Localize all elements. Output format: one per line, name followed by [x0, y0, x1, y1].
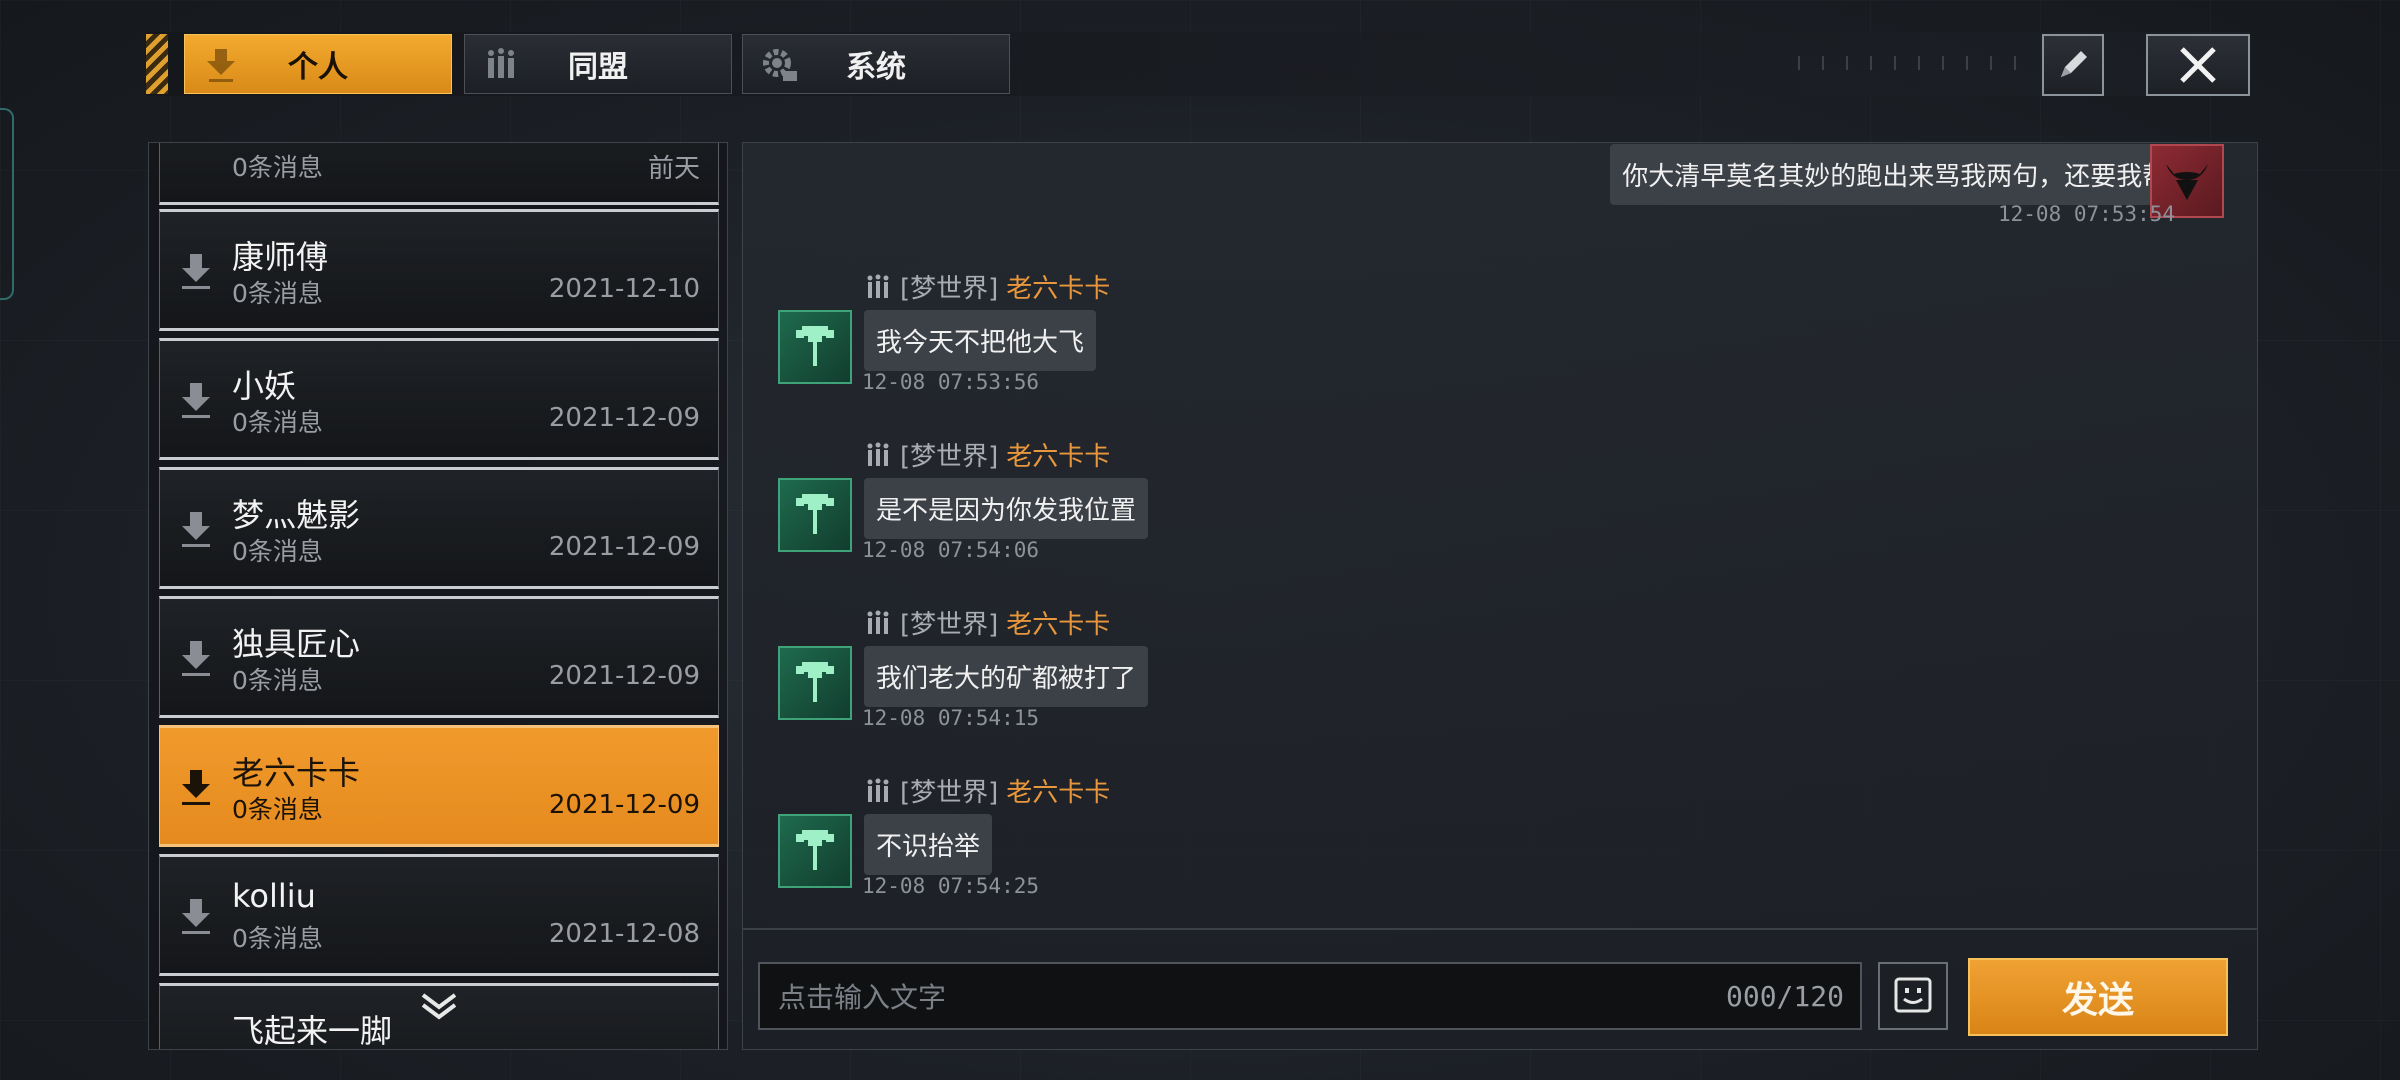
character-counter: 000/120: [1725, 980, 1844, 1013]
chevron-down-icon[interactable]: [419, 991, 459, 1021]
contact-name: kolliu: [232, 877, 316, 915]
message-timestamp: 12-08 07:54:15: [862, 706, 1040, 730]
smiley-icon: [1894, 977, 1932, 1013]
contact-name: 康师傅: [232, 238, 329, 276]
message-input-box[interactable]: 000/120: [758, 962, 1862, 1030]
contact-message-count: 0条消息: [232, 537, 323, 566]
contact-date: 2021-12-09: [548, 403, 700, 433]
incoming-message-bubble[interactable]: 我今天不把他大飞: [864, 310, 1097, 371]
sender-avatar[interactable]: [778, 310, 852, 384]
sender-name[interactable]: 老六卡卡: [1006, 604, 1110, 641]
sender-name[interactable]: 老六卡卡: [1006, 772, 1110, 809]
outgoing-message-bubble[interactable]: 你大清早莫名其妙的跑出来骂我两句，还要我帮你?: [1610, 144, 2220, 205]
contact-item[interactable]: 小妖 0条消息 2021-12-09: [159, 338, 719, 460]
tab-label: 系统: [846, 50, 906, 85]
alien-emblem-icon: [796, 494, 834, 534]
contact-name: 独具匠心: [232, 625, 361, 663]
alliance-icon: [488, 48, 514, 78]
contact-item[interactable]: 独具匠心 0条消息 2021-12-09: [159, 596, 719, 718]
close-icon: [2180, 47, 2216, 83]
contact-item[interactable]: 康师傅 0条消息 2021-12-10: [159, 209, 719, 331]
contact-name: 小妖: [232, 367, 297, 405]
contact-message-count: 0条消息: [232, 408, 323, 437]
contact-message-count: 0条消息: [232, 153, 323, 182]
message-header: [梦世界] 老六卡卡: [864, 268, 1110, 305]
gear-icon: [763, 49, 797, 81]
arrow-down-icon: [182, 254, 210, 289]
alliance-icon: [867, 778, 889, 802]
sender-avatar[interactable]: [778, 478, 852, 552]
contact-date: 2021-12-08: [548, 919, 700, 949]
sender-name[interactable]: 老六卡卡: [1006, 268, 1110, 305]
tab-personal[interactable]: 个人: [184, 34, 452, 94]
incoming-message-bubble[interactable]: 不识抬举: [864, 814, 993, 875]
arrow-down-icon: [182, 641, 210, 676]
contact-date: 前天: [647, 154, 700, 184]
server-tag: [梦世界]: [900, 442, 999, 472]
emoji-button[interactable]: [1878, 962, 1948, 1030]
send-button[interactable]: 发送: [1968, 958, 2228, 1036]
arrow-down-icon: [182, 512, 210, 547]
pencil-icon: [2061, 51, 2087, 77]
message-timestamp: 12-08 07:53:54: [1998, 202, 2176, 226]
message-header: [梦世界] 老六卡卡: [864, 436, 1110, 473]
contact-name: 老六卡卡: [232, 754, 361, 792]
tab-system[interactable]: 系统: [742, 34, 1010, 94]
hazard-stripe: [146, 34, 168, 94]
arrow-down-icon: [182, 383, 210, 418]
message-input[interactable]: [760, 964, 1680, 1030]
alien-emblem-icon: [796, 662, 834, 702]
sender-avatar[interactable]: [778, 646, 852, 720]
close-button[interactable]: [2146, 34, 2250, 96]
contact-message-count: 0条消息: [232, 795, 323, 824]
contact-date: 2021-12-09: [548, 532, 700, 562]
incoming-message-bubble[interactable]: 是不是因为你发我位置: [864, 478, 1149, 539]
contact-date: 2021-12-10: [548, 274, 700, 304]
incoming-message-bubble[interactable]: 我们老大的矿都被打了: [864, 646, 1149, 707]
download-arrow-icon: [207, 49, 235, 82]
contact-item[interactable]: 梦灬魅影 0条消息 2021-12-09: [159, 467, 719, 589]
contact-date: 2021-12-09: [548, 661, 700, 691]
chat-divider: [742, 928, 2258, 930]
edit-button[interactable]: [2042, 34, 2104, 96]
message-header: [梦世界] 老六卡卡: [864, 772, 1110, 809]
contact-item[interactable]: kolliu 0条消息 2021-12-08: [159, 854, 719, 976]
contact-item-selected[interactable]: 老六卡卡 0条消息 2021-12-09: [159, 725, 719, 847]
message-timestamp: 12-08 07:54:25: [862, 874, 1040, 898]
contact-name: 梦灬魅影: [232, 496, 361, 534]
contact-name: 飞起来一脚: [232, 1012, 393, 1050]
alien-emblem-icon: [796, 326, 834, 366]
side-bracket-decoration: [0, 108, 14, 300]
message-header: [梦世界] 老六卡卡: [864, 604, 1110, 641]
contact-message-count: 0条消息: [232, 924, 323, 953]
contact-date: 2021-12-09: [548, 790, 700, 820]
server-tag: [梦世界]: [900, 274, 999, 304]
tab-label: 个人: [288, 50, 348, 85]
contact-message-count: 0条消息: [232, 666, 323, 695]
arrow-down-icon: [182, 770, 210, 805]
alliance-icon: [867, 610, 889, 634]
server-tag: [梦世界]: [900, 610, 999, 640]
contact-message-count: 0条消息: [232, 279, 323, 308]
message-timestamp: 12-08 07:54:06: [862, 538, 1040, 562]
contact-list: 0条消息 前天 康师傅 0条消息 2021-12-10 小妖 0条消息 2021…: [148, 142, 728, 1050]
sender-name[interactable]: 老六卡卡: [1006, 436, 1110, 473]
alien-emblem-icon: [796, 830, 834, 870]
tab-alliance[interactable]: 同盟: [464, 34, 732, 94]
decorative-ticks: [1798, 56, 2018, 70]
alliance-icon: [867, 442, 889, 466]
message-timestamp: 12-08 07:53:56: [862, 370, 1040, 394]
sender-avatar[interactable]: [778, 814, 852, 888]
contact-item[interactable]: 0条消息 前天: [159, 143, 719, 205]
alliance-icon: [867, 274, 889, 298]
tab-label: 同盟: [568, 50, 628, 85]
server-tag: [梦世界]: [900, 778, 999, 808]
arrow-down-icon: [182, 899, 210, 934]
